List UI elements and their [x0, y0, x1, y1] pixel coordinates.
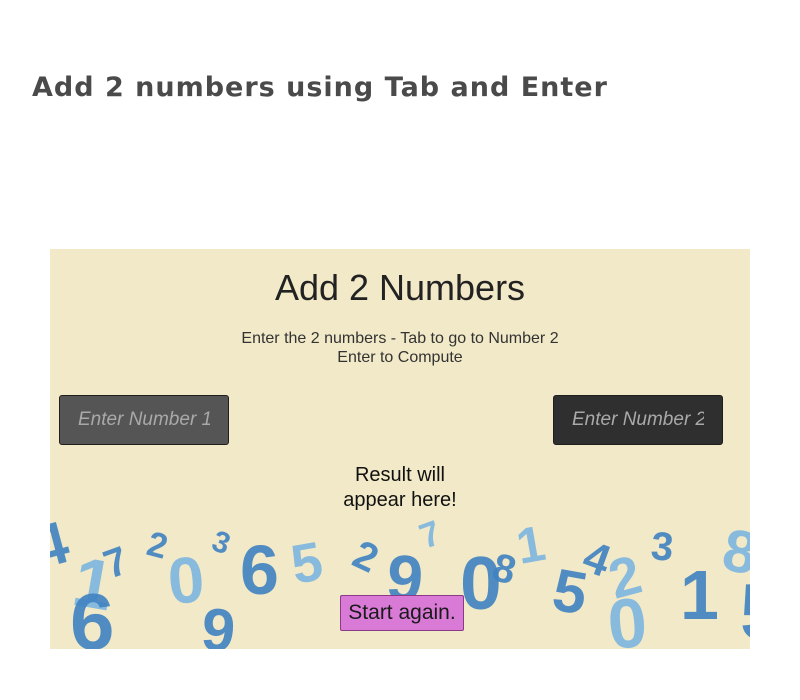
- background-digit: 3: [208, 525, 235, 562]
- number-1-input[interactable]: [59, 395, 229, 445]
- instructions-line-2: Enter to Compute: [337, 349, 463, 366]
- background-digit: 5: [740, 567, 750, 649]
- background-digit: 0: [460, 541, 502, 625]
- page-title: Add 2 numbers using Tab and Enter: [32, 72, 608, 103]
- instructions-line-1: Enter the 2 numbers - Tab to go to Numbe…: [241, 330, 559, 347]
- background-digit: 7: [414, 513, 446, 556]
- instructions: Enter the 2 numbers - Tab to go to Numbe…: [50, 329, 750, 367]
- background-digit: 1: [67, 542, 119, 626]
- background-digit: 0: [605, 583, 651, 649]
- background-digit: 5: [548, 556, 593, 628]
- result-line-2: appear here!: [343, 489, 457, 511]
- background-digit: 8: [718, 516, 750, 588]
- background-digit: 3: [649, 524, 675, 570]
- background-digit: 5: [286, 529, 327, 595]
- app-title: Add 2 Numbers: [274, 267, 526, 308]
- background-digit: 7: [98, 539, 134, 588]
- start-again-button[interactable]: Start again.: [340, 595, 464, 631]
- background-digit: 2: [602, 543, 648, 611]
- result-display: Result will appear here!: [50, 463, 750, 513]
- calculator-panel: 417203652970815423186905 Add 2 Numbers E…: [50, 249, 750, 649]
- background-digit: 1: [512, 515, 549, 575]
- background-digit: 0: [165, 542, 207, 618]
- background-digit: 1: [680, 556, 719, 634]
- background-digit: 9: [199, 595, 238, 649]
- background-digit: 8: [488, 545, 521, 593]
- number-2-input[interactable]: [553, 395, 723, 445]
- background-digit: 2: [143, 524, 172, 567]
- background-digit: 6: [240, 531, 279, 609]
- background-digit: 4: [577, 530, 618, 586]
- result-line-1: Result will: [354, 464, 446, 486]
- background-digit: 4: [50, 509, 76, 582]
- background-digit: 6: [70, 577, 115, 649]
- background-digit: 2: [346, 532, 385, 581]
